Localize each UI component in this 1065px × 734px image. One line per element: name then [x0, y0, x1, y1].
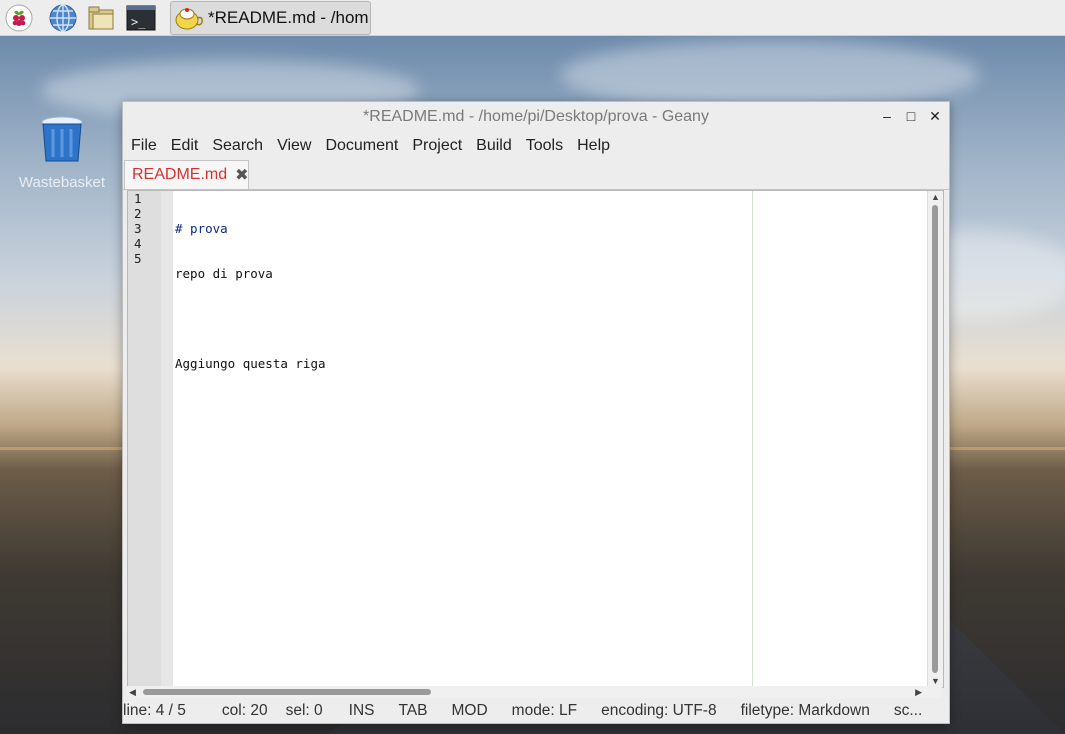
scroll-left-arrow-icon[interactable]: ◀	[129, 687, 136, 698]
menu-document[interactable]: Document	[325, 137, 398, 155]
scroll-up-arrow-icon[interactable]: ▲	[931, 192, 940, 202]
horizontal-scrollbar[interactable]: ◀ ▶	[127, 686, 942, 698]
line-number: 3	[134, 221, 142, 236]
file-manager-icon[interactable]	[87, 3, 117, 33]
cloud	[560, 40, 980, 110]
menu-view[interactable]: View	[277, 137, 311, 155]
terminal-icon[interactable]: >_	[126, 3, 156, 33]
menu-build[interactable]: Build	[476, 137, 512, 155]
window-titlebar[interactable]: *README.md - /home/pi/Desktop/prova - Ge…	[123, 102, 949, 132]
fold-margin[interactable]	[161, 191, 173, 687]
web-browser-icon[interactable]	[48, 3, 78, 33]
line-number: 1	[134, 191, 142, 206]
line-number: 5	[134, 251, 142, 266]
taskbar-task-geany[interactable]: *README.md - /hom...	[170, 1, 371, 35]
status-col: col: 20	[221, 702, 268, 719]
status-encoding: encoding: UTF-8	[601, 702, 717, 719]
line-number: 2	[134, 206, 142, 221]
status-mod: MOD	[451, 702, 488, 719]
tab-close-icon[interactable]: ✖	[235, 165, 248, 185]
code-text[interactable]: # prova repo di prova Aggiungo questa ri…	[175, 191, 326, 446]
taskbar: >_ *README.md - /hom...	[0, 0, 1065, 36]
menu-help[interactable]: Help	[577, 137, 610, 155]
desktop-icon-label: Wastebasket	[18, 174, 106, 191]
status-mode: mode: LF	[511, 702, 578, 719]
geany-icon	[174, 5, 204, 31]
menu-tools[interactable]: Tools	[526, 137, 563, 155]
code-line[interactable]: Aggiungo questa riga	[175, 356, 326, 371]
scroll-right-arrow-icon[interactable]: ▶	[915, 687, 922, 698]
desktop-icon-wastebasket[interactable]: Wastebasket	[10, 115, 114, 191]
geany-window: *README.md - /home/pi/Desktop/prova - Ge…	[122, 101, 950, 724]
close-button[interactable]: ✕	[929, 108, 941, 124]
status-scope: sc...	[893, 702, 923, 719]
vertical-scrollbar[interactable]: ▲ ▼	[927, 191, 943, 687]
vertical-scroll-thumb[interactable]	[932, 205, 938, 673]
minimize-button[interactable]: –	[881, 108, 893, 124]
status-sel: sel: 0	[285, 702, 323, 719]
maximize-button[interactable]: □	[905, 108, 917, 124]
trash-icon	[39, 116, 85, 167]
window-title: *README.md - /home/pi/Desktop/prova - Ge…	[363, 108, 709, 125]
tab-readme[interactable]: README.md ✖	[124, 160, 249, 189]
line-number-gutter	[128, 191, 161, 687]
code-line[interactable]: repo di prova	[175, 266, 326, 281]
code-line[interactable]: # prova	[175, 221, 326, 236]
menubar: File Edit Search View Document Project B…	[123, 132, 949, 159]
statusbar: line: 4 / 5 col: 20 sel: 0 INS TAB MOD m…	[123, 700, 949, 722]
menu-file[interactable]: File	[131, 137, 157, 155]
line-number: 4	[134, 236, 142, 251]
horizontal-scroll-thumb[interactable]	[143, 689, 431, 695]
status-ins: INS	[348, 702, 375, 719]
status-tab: TAB	[398, 702, 428, 719]
line-numbers: 1 2 3 4 5	[134, 191, 142, 266]
document-tabstrip: README.md ✖	[123, 159, 949, 190]
code-line[interactable]	[175, 311, 326, 326]
editor-area[interactable]: 1 2 3 4 5 # prova repo di prova Aggiungo…	[127, 190, 944, 688]
markdown-heading: # prova	[175, 221, 228, 236]
status-filetype: filetype: Markdown	[740, 702, 870, 719]
status-line: line: 4 / 5	[123, 702, 186, 719]
menu-edit[interactable]: Edit	[171, 137, 199, 155]
code-line[interactable]	[175, 401, 326, 416]
long-line-marker	[752, 191, 753, 687]
taskbar-task-label: *README.md - /hom...	[208, 8, 370, 27]
scroll-down-arrow-icon[interactable]: ▼	[931, 676, 940, 686]
svg-text:>_: >_	[131, 15, 146, 29]
raspberry-menu-icon[interactable]	[4, 3, 34, 33]
menu-search[interactable]: Search	[212, 137, 263, 155]
menu-project[interactable]: Project	[412, 137, 462, 155]
tab-label: README.md	[132, 166, 228, 183]
